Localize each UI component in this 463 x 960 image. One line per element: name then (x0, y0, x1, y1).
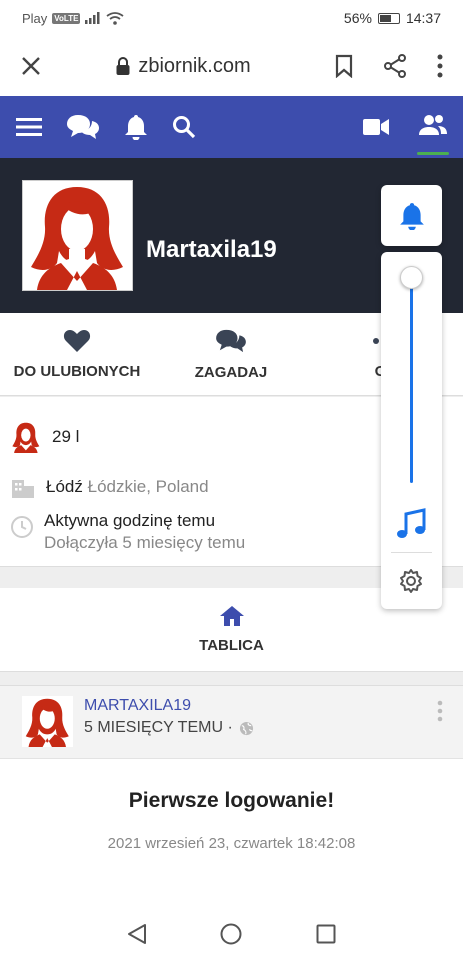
wifi-icon (106, 11, 124, 25)
post-body: Pierwsze logowanie! 2021 wrzesień 23, cz… (0, 758, 463, 908)
chat-icon[interactable] (66, 113, 100, 141)
friends-tab[interactable] (417, 114, 449, 155)
tab-wall-label: TABLICA (199, 637, 264, 654)
signal-icon (85, 12, 100, 24)
default-female-avatar-icon (31, 187, 123, 290)
age-value: 29 l (52, 427, 80, 446)
battery-percent: 56% (343, 10, 372, 26)
region-name: Łódzkie, Poland (87, 477, 209, 496)
close-tab-button[interactable] (0, 56, 62, 76)
volume-slider-thumb[interactable] (400, 266, 423, 289)
recents-icon[interactable] (316, 924, 336, 944)
post-date: 2021 wrzesień 23, czwartek 18:42:08 (107, 835, 356, 852)
active-tab-indicator (417, 151, 449, 155)
add-to-favorites-button[interactable]: DO ULUBIONYCH (0, 313, 154, 396)
post-timestamp: 5 MIESIĘCY TEMU · (84, 719, 254, 737)
app-navbar (0, 96, 463, 158)
activity-row: Aktywna godzinę temu Dołączyła 5 miesięc… (10, 511, 245, 553)
default-female-avatar-icon (25, 698, 69, 747)
panel-divider (391, 552, 432, 553)
close-icon (22, 57, 40, 75)
browser-toolbar: zbiornik.com (0, 36, 463, 96)
heart-icon (63, 330, 91, 352)
globe-icon (239, 721, 253, 735)
status-bar: Play VoLTE 56% 14:37 (0, 0, 463, 36)
favorites-label: DO ULUBIONYCH (13, 363, 141, 380)
post-menu-button[interactable] (437, 700, 443, 727)
menu-icon[interactable] (16, 117, 42, 137)
avatar[interactable] (22, 180, 133, 291)
age-row: 29 l (10, 421, 79, 453)
location-row: Łódź Łódzkie, Poland (10, 476, 209, 498)
share-icon[interactable] (383, 54, 407, 78)
more-vert-icon (437, 700, 443, 722)
joined-date: Dołączyła 5 miesięcy temu (44, 533, 246, 552)
volte-badge: VoLTE (52, 12, 81, 24)
clock-icon (11, 516, 33, 538)
city-icon (12, 480, 34, 498)
post-avatar[interactable] (22, 696, 73, 747)
home-button-icon[interactable] (220, 923, 242, 945)
home-icon (219, 606, 244, 626)
message-button[interactable]: ZAGADAJ (154, 313, 308, 396)
address-bar[interactable]: zbiornik.com (62, 55, 305, 78)
notification-toggle-button[interactable] (381, 185, 442, 246)
system-navigation-bar (0, 908, 463, 960)
back-icon[interactable] (127, 923, 147, 945)
bookmark-icon[interactable] (335, 54, 353, 78)
lock-icon (116, 57, 130, 75)
search-icon[interactable] (172, 115, 196, 139)
battery-icon (377, 12, 400, 24)
screen: Play VoLTE 56% 14:37 zbiornik.com Martax… (0, 0, 463, 960)
female-icon (12, 422, 40, 453)
city-name: Łódź (46, 477, 83, 496)
bell-icon[interactable] (124, 114, 148, 140)
post-time-text: 5 MIESIĘCY TEMU · (84, 719, 233, 736)
gear-icon[interactable] (398, 568, 424, 594)
more-vert-icon[interactable] (437, 54, 443, 78)
post-header: MARTAXILA19 5 MIESIĘCY TEMU · (0, 685, 463, 758)
volume-slider-track[interactable] (410, 277, 413, 483)
bell-icon (399, 202, 424, 230)
sound-panel (381, 252, 442, 609)
last-active: Aktywna godzinę temu (44, 511, 216, 530)
friends-icon (419, 114, 447, 135)
post-author-link[interactable]: MARTAXILA19 (84, 697, 191, 715)
message-label: ZAGADAJ (194, 364, 268, 381)
music-note-icon[interactable] (396, 508, 426, 540)
chat-icon (216, 329, 246, 353)
carrier-label: Play (22, 10, 48, 26)
profile-username: Martaxila19 (146, 236, 277, 263)
url-text: zbiornik.com (138, 54, 251, 77)
video-icon[interactable] (363, 118, 389, 136)
clock: 14:37 (405, 10, 441, 26)
post-title: Pierwsze logowanie! (128, 789, 335, 812)
